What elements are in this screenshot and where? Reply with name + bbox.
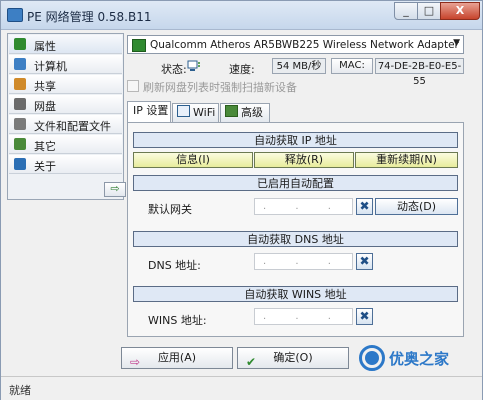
status-bar: 就绪 [1,376,482,400]
logo-text: 优奥之家 [389,350,450,368]
mac-value: 74-DE-2B-E0-E5-55 [375,58,464,87]
wifi-icon [177,105,190,117]
mac-button[interactable]: MAC: [331,58,373,74]
refresh-checkbox[interactable]: 刷新网盘列表时强制扫描新设备 [127,79,297,95]
checkbox-box[interactable] [127,80,139,92]
about-icon [14,158,26,170]
sidebar-item-label: 关于 [34,160,56,173]
wins-label: WINS 地址: [148,314,207,327]
sidebar-item-files-config[interactable]: 文件和配置文件 [9,115,122,134]
title-bar[interactable]: PE 网络管理 0.58.B11 _ □ X [1,1,482,30]
tab-wifi-label: WiFi [193,106,216,119]
speed-value: 54 MB/秒 [272,58,326,74]
dns-label: DNS 地址: [148,259,201,272]
advanced-icon [225,105,238,117]
share-icon [14,78,26,90]
maximize-button[interactable]: □ [417,2,441,20]
sidebar-item-about[interactable]: 关于 [9,155,122,174]
adapter-select[interactable]: Qualcomm Atheros AR5BWB225 Wireless Netw… [127,35,464,54]
release-button[interactable]: 释放(R) [254,152,354,168]
app-icon [7,8,23,22]
tab-ip-settings[interactable]: IP 设置 [127,101,171,123]
file-config-icon [14,118,26,130]
sidebar-item-label: 其它 [34,140,56,153]
sidebar-item-label: 共享 [34,80,56,93]
chevron-down-icon[interactable]: ▼ [453,38,460,48]
sidebar-item-other[interactable]: 其它 [9,135,122,154]
site-logo: 优奥之家 [359,343,477,375]
network-drive-icon [14,98,26,110]
clear-wins-icon[interactable]: ✖ [356,308,373,325]
sidebar-item-label: 计算机 [34,60,67,73]
clear-dns-icon[interactable]: ✖ [356,253,373,270]
sidebar-item-computer[interactable]: 计算机 [9,55,122,74]
tab-advanced-label: 高级 [241,106,263,119]
adapter-select-value: Qualcomm Atheros AR5BWB225 Wireless Netw… [150,39,459,51]
auto-wins-checkbox[interactable]: 自动获取 WINS 地址 [133,286,458,302]
refresh-checkbox-label: 刷新网盘列表时强制扫描新设备 [143,81,297,94]
sidebar: 属性 计算机 共享 网盘 文件和配置文件 其它 关于 ⇨ [7,33,126,200]
apply-button[interactable]: ⇨ 应用(A) [121,347,233,369]
wins-input[interactable]: . . . [254,308,353,325]
sidebar-item-label: 网盘 [34,100,56,113]
renew-button[interactable]: 重新续期(N) [355,152,458,168]
speed-label: 速度: [229,63,255,76]
dns-input[interactable]: . . . [254,253,353,270]
minimize-button[interactable]: _ [394,2,418,20]
sidebar-item-share[interactable]: 共享 [9,75,122,94]
sidebar-item-label: 文件和配置文件 [34,120,111,133]
sidebar-item-label: 属性 [34,40,56,53]
apply-button-label: 应用(A) [157,351,197,364]
ok-button[interactable]: ✔ 确定(O) [237,347,349,369]
status-bar-text: 就绪 [9,384,31,397]
tab-ip-settings-label: IP 设置 [133,104,169,117]
dynamic-button[interactable]: 动态(D) [375,198,458,215]
window-title: PE 网络管理 0.58.B11 [27,10,152,24]
status-label: 状态: [161,63,187,76]
tab-advanced[interactable]: 高级 [220,103,270,122]
computer-icon [14,58,26,70]
logo-dot [365,351,379,365]
sidebar-item-properties[interactable]: 属性 [9,35,122,54]
ok-button-label: 确定(O) [273,351,313,364]
gateway-label: 默认网关 [148,203,192,216]
network-adapter-icon [132,39,146,52]
sidebar-item-network-drive[interactable]: 网盘 [9,95,122,114]
clear-gateway-icon[interactable]: ✖ [356,198,373,215]
info-button[interactable]: 信息(I) [133,152,253,168]
auto-dns-checkbox[interactable]: 自动获取 DNS 地址 [133,231,458,247]
other-icon [14,138,26,150]
network-status-icon [187,60,200,71]
properties-icon [14,38,26,50]
autoconfig-label: 已启用自动配置 [133,175,458,191]
sidebar-toggle-arrow-icon[interactable]: ⇨ [104,182,126,197]
main-window: PE 网络管理 0.58.B11 _ □ X 属性 计算机 共享 网盘 文件和配… [0,0,483,400]
tab-wifi[interactable]: WiFi [172,103,219,122]
close-button[interactable]: X [440,2,480,20]
auto-ip-checkbox[interactable]: 自动获取 IP 地址 [133,132,458,148]
gateway-input[interactable]: . . . [254,198,353,215]
